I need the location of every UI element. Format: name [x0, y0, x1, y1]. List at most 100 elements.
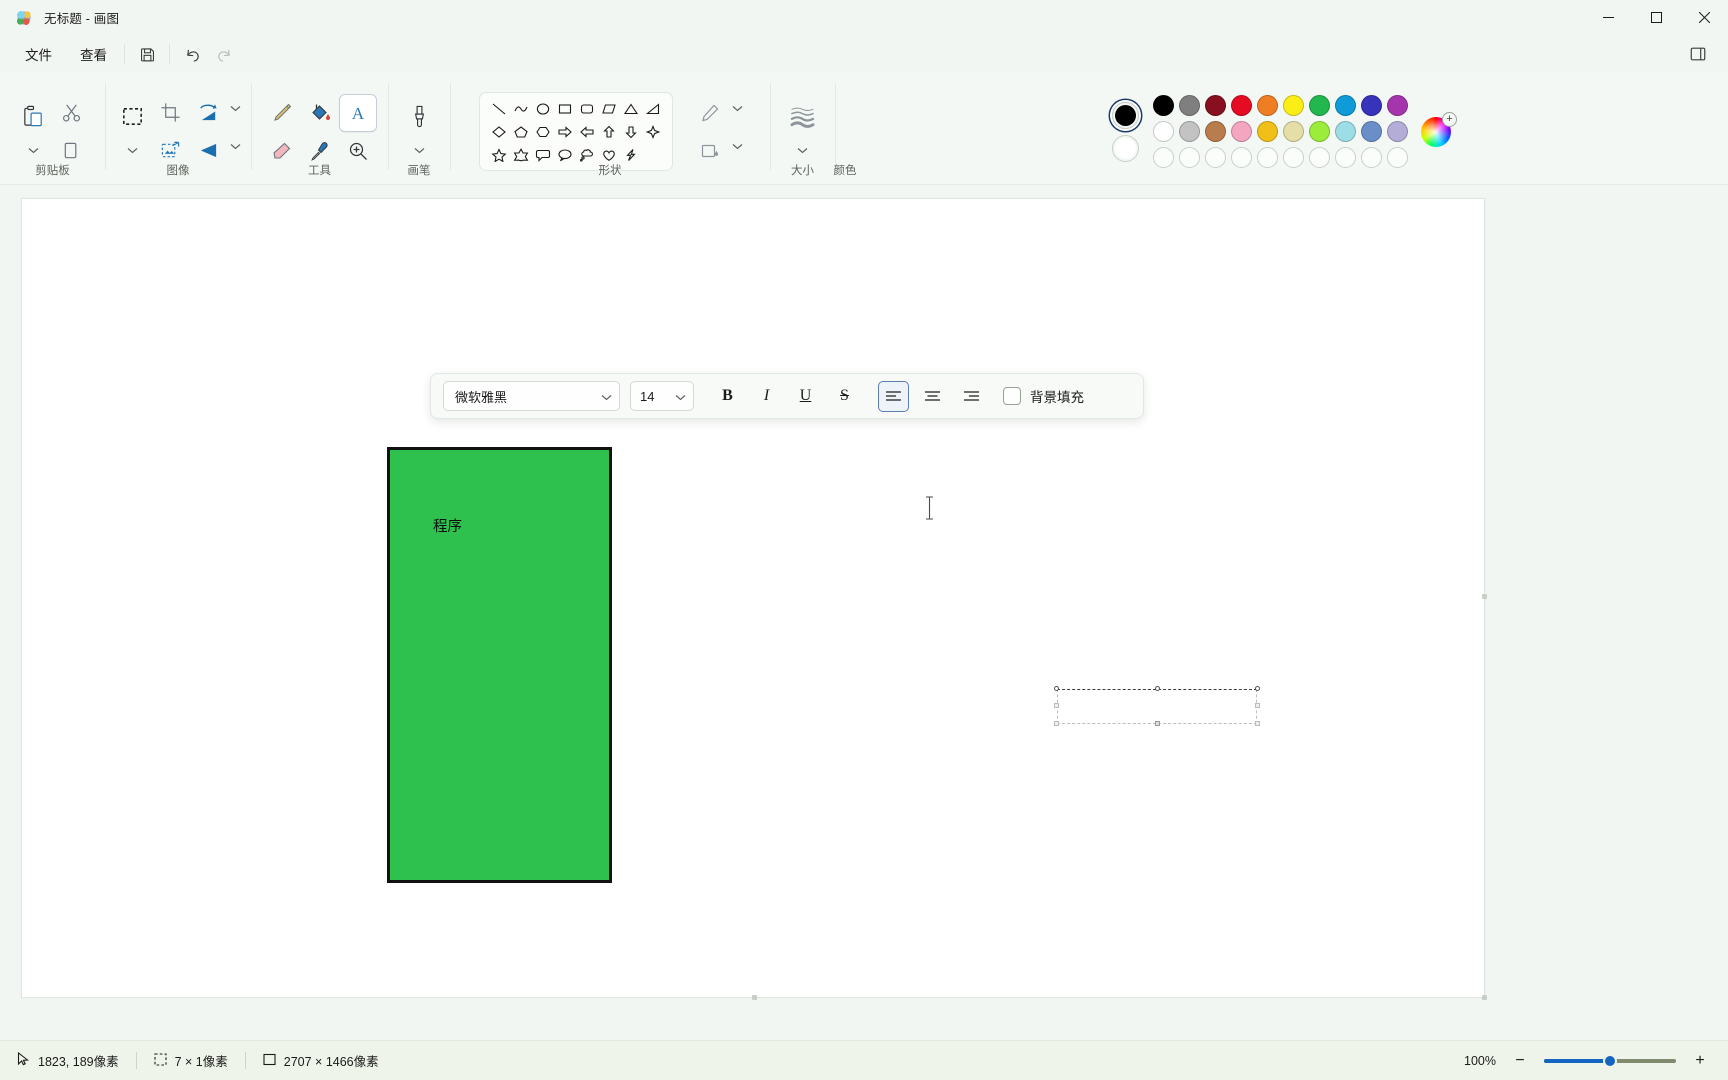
zoom-slider-thumb[interactable]: [1603, 1053, 1617, 1068]
redo-icon[interactable]: [208, 39, 240, 69]
size-icon[interactable]: [784, 98, 822, 136]
color-swatch-r1-c6[interactable]: [1283, 95, 1304, 116]
brushes-icon[interactable]: [400, 98, 438, 136]
handle-bottom-left[interactable]: [1054, 721, 1059, 726]
shape-oval-icon[interactable]: [532, 98, 554, 119]
align-center-button[interactable]: [917, 381, 948, 412]
bold-button[interactable]: B: [712, 381, 743, 412]
select-dropdown-chevron-icon[interactable]: [124, 136, 140, 166]
color-swatch-r2-c9[interactable]: [1361, 121, 1382, 142]
canvas-resize-handle-corner[interactable]: [1481, 994, 1487, 1000]
zoom-out-button[interactable]: −: [1509, 1050, 1531, 1072]
shape-down-arrow-icon[interactable]: [620, 121, 642, 142]
canvas-area[interactable]: 程序 微软雅黑 14 B I U S 背景填充: [0, 185, 1728, 1040]
align-right-button[interactable]: [956, 381, 987, 412]
color-swatch-r1-c2[interactable]: [1179, 95, 1200, 116]
color-swatch-r3-c7[interactable]: [1309, 147, 1330, 168]
color-swatch-r2-c1[interactable]: [1153, 121, 1174, 142]
handle-bottom-center[interactable]: [1154, 721, 1160, 726]
menu-view[interactable]: 查看: [69, 39, 118, 69]
undo-icon[interactable]: [176, 39, 208, 69]
crop-icon[interactable]: [151, 94, 189, 132]
strikethrough-button[interactable]: S: [829, 381, 860, 412]
color-swatch-r2-c3[interactable]: [1205, 121, 1226, 142]
text-icon[interactable]: A: [338, 93, 377, 132]
size-chevron-icon[interactable]: [795, 136, 811, 166]
color-swatch-r3-c8[interactable]: [1335, 147, 1356, 168]
secondary-color-swatch[interactable]: [1112, 134, 1139, 162]
paste-icon[interactable]: [15, 98, 53, 136]
primary-color-swatch[interactable]: [1112, 101, 1139, 129]
color-swatch-r3-c10[interactable]: [1387, 147, 1408, 168]
color-swatch-r3-c6[interactable]: [1283, 147, 1304, 168]
color-swatch-r2-c2[interactable]: [1179, 121, 1200, 142]
shape-right-arrow-icon[interactable]: [554, 121, 576, 142]
handle-mid-right[interactable]: [1255, 703, 1260, 708]
handle-top-center[interactable]: [1154, 686, 1160, 691]
color-wheel-button[interactable]: +: [1421, 111, 1457, 147]
shape-diamond-icon[interactable]: [488, 121, 510, 142]
shape-outline-icon[interactable]: [691, 94, 729, 132]
font-size-select[interactable]: 14: [630, 381, 694, 411]
color-swatch-r2-c5[interactable]: [1257, 121, 1278, 142]
background-fill-toggle[interactable]: 背景填充: [1003, 386, 1084, 406]
shape-up-arrow-icon[interactable]: [598, 121, 620, 142]
background-fill-checkbox[interactable]: [1003, 387, 1021, 405]
color-swatch-r1-c9[interactable]: [1361, 95, 1382, 116]
canvas-resize-handle-right[interactable]: [1481, 594, 1487, 599]
brushes-dropdown-chevron-icon[interactable]: [411, 136, 427, 166]
color-swatch-r2-c6[interactable]: [1283, 121, 1304, 142]
drawing-canvas[interactable]: 程序: [21, 198, 1487, 1000]
shape-triangle-icon[interactable]: [620, 98, 642, 119]
shape-fill-chevron-icon[interactable]: [729, 132, 745, 162]
green-rectangle[interactable]: 程序: [387, 447, 612, 883]
handle-mid-left[interactable]: [1054, 703, 1059, 708]
color-swatch-r1-c1[interactable]: [1153, 95, 1174, 116]
color-swatch-r2-c10[interactable]: [1387, 121, 1408, 142]
canvas-resize-handle-bottom[interactable]: [752, 994, 757, 1000]
color-swatch-r3-c5[interactable]: [1257, 147, 1278, 168]
zoom-slider[interactable]: [1544, 1052, 1676, 1070]
flip-dropdown-chevron-icon[interactable]: [227, 132, 243, 162]
close-button[interactable]: [1680, 0, 1728, 35]
color-swatch-r2-c8[interactable]: [1335, 121, 1356, 142]
cut-icon[interactable]: [53, 94, 91, 132]
rotate-icon[interactable]: [189, 94, 227, 132]
align-left-button[interactable]: [878, 380, 909, 412]
shape-pentagon-icon[interactable]: [510, 121, 532, 142]
underline-button[interactable]: U: [790, 381, 821, 412]
save-icon[interactable]: [131, 39, 163, 69]
shape-right-triangle-icon[interactable]: [642, 98, 664, 119]
handle-bottom-right[interactable]: [1255, 721, 1260, 726]
color-swatch-r1-c4[interactable]: [1231, 95, 1252, 116]
color-swatch-r2-c4[interactable]: [1231, 121, 1252, 142]
color-swatch-r3-c4[interactable]: [1231, 147, 1252, 168]
pencil-icon[interactable]: [263, 94, 301, 132]
fill-bucket-icon[interactable]: [301, 94, 339, 132]
text-entry-box[interactable]: [1054, 686, 1260, 726]
shape-curve-icon[interactable]: [510, 98, 532, 119]
handle-top-left[interactable]: [1054, 686, 1059, 691]
shape-hexagon-icon[interactable]: [532, 121, 554, 142]
color-swatch-r1-c3[interactable]: [1205, 95, 1226, 116]
font-family-select[interactable]: 微软雅黑: [443, 381, 620, 411]
color-swatch-r1-c8[interactable]: [1335, 95, 1356, 116]
menu-file[interactable]: 文件: [14, 39, 63, 69]
handle-top-right[interactable]: [1255, 686, 1260, 691]
italic-button[interactable]: I: [751, 381, 782, 412]
shape-left-arrow-icon[interactable]: [576, 121, 598, 142]
shape-parallelogram-icon[interactable]: [598, 98, 620, 119]
color-swatch-r3-c1[interactable]: [1153, 147, 1174, 168]
color-swatch-r3-c9[interactable]: [1361, 147, 1382, 168]
color-swatch-r3-c2[interactable]: [1179, 147, 1200, 168]
color-swatch-r2-c7[interactable]: [1309, 121, 1330, 142]
color-swatch-r1-c10[interactable]: [1387, 95, 1408, 116]
paste-dropdown-chevron-icon[interactable]: [26, 136, 42, 166]
minimize-button[interactable]: [1584, 0, 1632, 35]
rotate-dropdown-chevron-icon[interactable]: [227, 94, 243, 124]
zoom-in-button[interactable]: +: [1689, 1050, 1711, 1072]
shape-rounded-rectangle-icon[interactable]: [576, 98, 598, 119]
maximize-button[interactable]: [1632, 0, 1680, 35]
shape-four-point-star-icon[interactable]: [642, 121, 664, 142]
shape-rectangle-icon[interactable]: [554, 98, 576, 119]
